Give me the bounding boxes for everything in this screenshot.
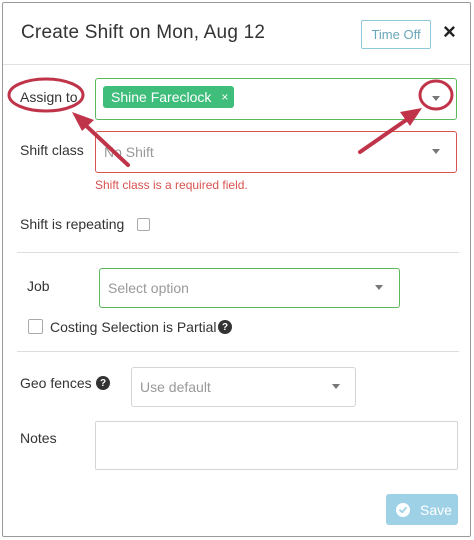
save-button[interactable]: Save <box>386 494 458 525</box>
modal-title: Create Shift on Mon, Aug 12 <box>21 22 266 43</box>
job-select[interactable]: Select option <box>99 268 400 308</box>
geo-fences-value: Use default <box>140 379 211 395</box>
chevron-down-icon[interactable] <box>332 384 340 389</box>
check-icon <box>396 502 410 517</box>
geo-fences-label: Geo fences <box>20 375 92 391</box>
shift-class-select[interactable]: No Shift <box>95 131 457 173</box>
geo-fences-select[interactable]: Use default <box>131 367 356 407</box>
chevron-down-icon[interactable] <box>432 149 440 154</box>
shift-repeating-checkbox[interactable] <box>137 218 150 231</box>
close-icon[interactable]: × <box>443 19 456 45</box>
section-divider <box>17 351 459 352</box>
costing-partial-label: Costing Selection is Partial <box>50 319 217 335</box>
remove-tag-icon[interactable]: × <box>221 90 228 104</box>
job-label: Job <box>27 278 50 294</box>
shift-repeating-label: Shift is repeating <box>20 216 125 232</box>
create-shift-modal: Create Shift on Mon, Aug 12 Time Off × A… <box>2 2 471 537</box>
job-placeholder: Select option <box>108 280 189 296</box>
section-divider <box>17 252 459 253</box>
save-label: Save <box>420 501 452 518</box>
time-off-button[interactable]: Time Off <box>361 20 431 49</box>
assignee-tag-label: Shine Fareclock <box>111 89 212 105</box>
chevron-down-icon[interactable] <box>375 285 383 290</box>
chevron-down-icon[interactable] <box>432 96 440 101</box>
assign-to-select[interactable]: Shine Fareclock × <box>95 78 457 120</box>
costing-partial-checkbox[interactable] <box>28 319 43 334</box>
notes-label: Notes <box>20 430 57 446</box>
shift-class-label: Shift class <box>20 142 84 158</box>
help-icon[interactable]: ? <box>218 320 232 334</box>
notes-textarea[interactable] <box>95 421 458 470</box>
shift-class-error: Shift class is a required field. <box>95 178 248 192</box>
assignee-tag: Shine Fareclock × <box>103 86 235 108</box>
help-icon[interactable]: ? <box>96 376 110 390</box>
header-divider <box>3 64 470 65</box>
shift-class-placeholder: No Shift <box>104 144 154 160</box>
assign-to-label: Assign to <box>20 89 78 105</box>
